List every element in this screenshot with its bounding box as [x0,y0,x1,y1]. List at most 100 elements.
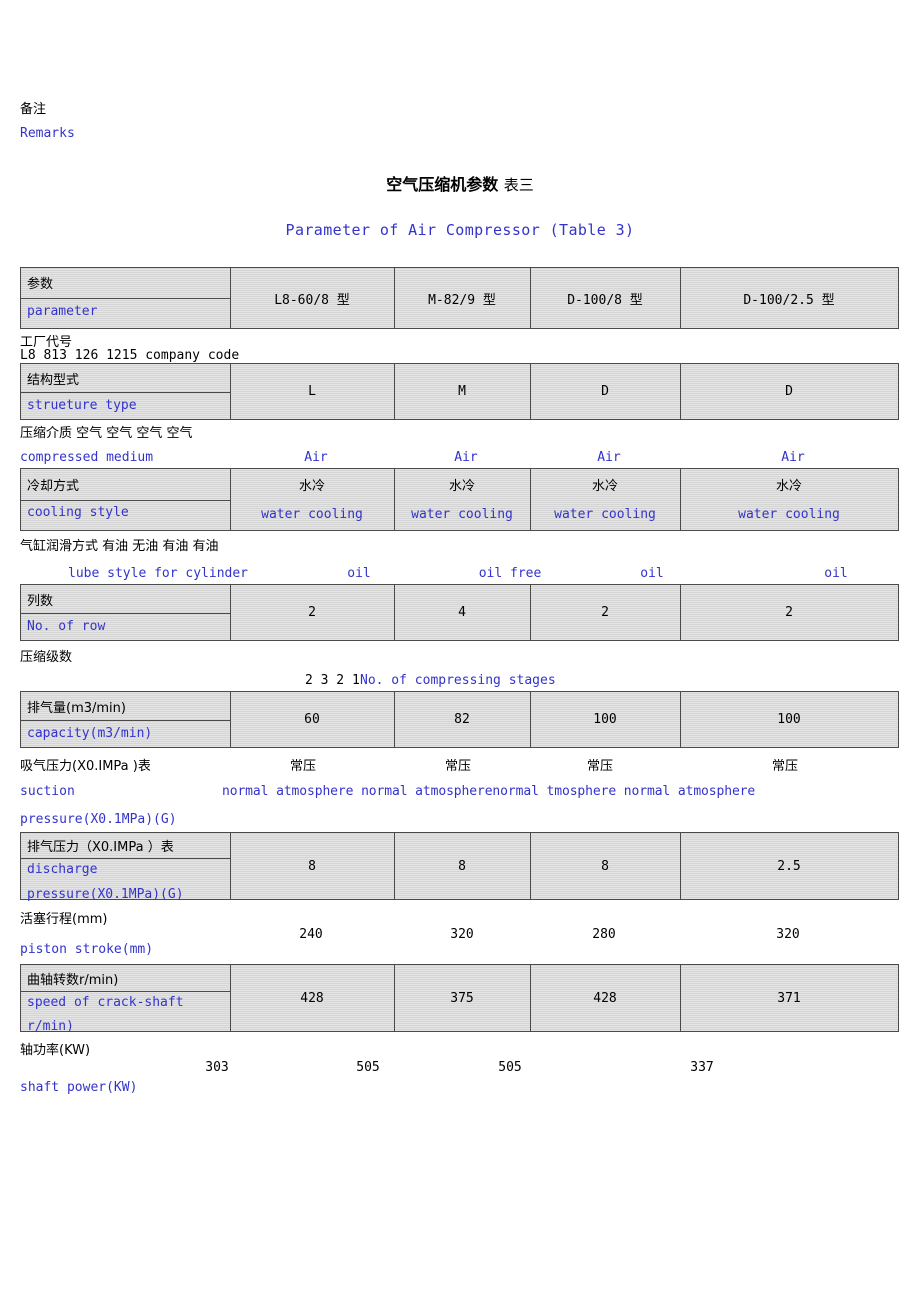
header-model-4: D-100/2.5 型 [743,292,835,308]
row-label-cn: 结构型式 [27,373,80,388]
row-label-en: compressed medium [20,450,154,465]
row-compressing-stages: 压缩级数 2 3 2 1 No. of compressing stages [0,646,920,694]
table-header-row: 参数 parameter L8-60/8 型 M-82/9 型 D-100/8 … [20,267,899,329]
row-label-cn: 排气量(m3/min) [27,701,126,716]
row-capacity: 排气量(m3/min) capacity(m3/min) 60 82 100 1… [20,691,899,748]
row-label-en: lube style for cylinder [68,566,249,581]
cell-value-cn: 水冷 [775,478,802,494]
row-label-en: suction [20,784,75,799]
row-company-code: 工厂代号 L8 813 126 1215 company code [0,331,920,363]
row-label-en: shaft power(KW) [20,1080,138,1095]
cell-value: 320 [450,927,474,942]
cell-value-en: water cooling [411,506,513,522]
label-underline [21,298,231,299]
row-discharge-pressure: 排气压力（X0.IMPa ）表 discharge pressure(X0.1M… [20,832,899,902]
cell-value-en: water cooling [261,506,363,522]
cell-value: 2.5 [777,858,801,874]
cell-value: oil [824,566,848,581]
cell-value: 240 [299,927,323,942]
header-model-1: L8-60/8 型 [274,292,350,308]
row-label-cn: 压缩级数 [20,650,73,665]
cell-value-cn: 水冷 [448,478,475,494]
cell-value: Air [597,450,621,465]
row-label-cn: 活塞行程(mm) [20,912,108,927]
cell-value: L [308,384,316,399]
row-compressed-medium: 压缩介质 空气 空气 空气 空气 compressed medium Air A… [0,422,920,470]
cell-value: 4 [458,605,466,620]
page-title-cn-main: 空气压缩机参数 [386,175,499,194]
cell-value: 8 [308,858,316,874]
cell-value: 8 [601,858,609,874]
cell-value-en: water cooling [554,506,656,522]
cell-value: oil [640,566,664,581]
header-model-3: D-100/8 型 [567,292,643,308]
cell-value-cn: 水冷 [591,478,618,494]
label-underline [21,613,231,614]
row-label-en: No. of row [27,619,106,634]
row-label-en: capacity(m3/min) [27,726,153,741]
cell-value: 428 [593,990,617,1006]
row-label-en2: pressure(X0.1MPa)(G) [27,887,184,902]
cell-value: 2 [785,605,793,620]
row-label-en: cooling style [27,505,129,520]
cell-value-cn: 水冷 [298,478,325,494]
header-param-en: parameter [27,304,98,319]
cell-value-cn: 常压 [587,759,614,774]
document-page: 备注 Remarks 空气压缩机参数 表三 Parameter of Air C… [0,0,920,1302]
cell-value: 371 [777,990,801,1006]
label-underline [21,500,231,501]
label-underline [21,858,231,859]
cell-value: 2 [308,605,316,620]
row-label-en: L8 813 126 1215 company code [20,348,240,363]
cell-value-en-run: normal atmosphere normal atmospherenorma… [222,784,756,799]
page-title-cn: 空气压缩机参数 表三 [0,171,920,195]
row-suction-pressure: 吸气压力(X0.IMPa )表 suction pressure(X0.1MPa… [0,755,920,835]
cell-value: 320 [776,927,800,942]
label-underline [21,720,231,721]
row-label-cn: 气缸润滑方式 有油 无油 有油 有油 [20,539,219,554]
row-structure-type: 结构型式 strueture type L M D D [20,363,899,420]
page-title-cn-sub: 表三 [503,176,534,194]
cell-value: Air [304,450,328,465]
remarks-label-cn: 备注 [20,102,47,117]
cell-value: 337 [690,1060,714,1075]
cell-value: Air [781,450,805,465]
row-label-en2: pressure(X0.1MPa)(G) [20,812,177,827]
cell-value: 303 [205,1060,229,1075]
cell-value: D [601,384,609,399]
cell-value: 82 [454,712,470,727]
cell-value: 505 [356,1060,380,1075]
row-label-cn: 冷却方式 [27,479,80,494]
cell-value: D [785,384,793,399]
cell-value: 100 [777,712,801,727]
cell-value: 2 [601,605,609,620]
row-label-cn: 列数 [27,594,54,609]
row-lube-style: 气缸润滑方式 有油 无油 有油 有油 lube style for cylind… [0,535,920,583]
row-label-en: piston stroke(mm) [20,942,154,957]
remarks-label-en: Remarks [20,126,75,141]
row-label-en2: r/min) [27,1019,74,1034]
cell-value: 8 [458,858,466,874]
label-underline [21,991,231,992]
cell-value: 428 [300,990,324,1006]
row-shaft-power: 轴功率(KW) shaft power(KW) 303 505 505 337 [0,1039,920,1095]
header-param-cn: 参数 [27,277,54,292]
page-title-en: Parameter of Air Compressor (Table 3) [285,221,635,239]
header-model-2: M-82/9 型 [428,292,496,308]
row-label-cn: 压缩介质 空气 空气 空气 空气 [20,426,193,441]
row-label-en: No. of compressing stages [360,673,556,688]
row-crankshaft-speed: 曲轴转数r/min) speed of crack-shaft r/min) 4… [20,964,899,1034]
row-label-cn: 排气压力（X0.IMPa ）表 [27,840,174,855]
cell-value-cn: 常压 [445,759,472,774]
cell-value: oil [347,566,371,581]
row-cooling-style: 冷却方式 cooling style 水冷 水冷 水冷 水冷 water coo… [20,468,899,531]
cell-value-cn: 常压 [772,759,799,774]
cell-value: 60 [304,712,320,727]
cell-value: 375 [450,990,474,1006]
cell-value-cn: 常压 [290,759,317,774]
inline-stage-numbers: 2 3 2 1 [305,673,360,688]
row-piston-stroke: 活塞行程(mm) piston stroke(mm) 240 320 280 3… [0,908,920,960]
cell-value-en: water cooling [738,506,840,522]
row-label-cn: 吸气压力(X0.IMPa )表 [20,759,151,774]
cell-value: 100 [593,712,617,727]
